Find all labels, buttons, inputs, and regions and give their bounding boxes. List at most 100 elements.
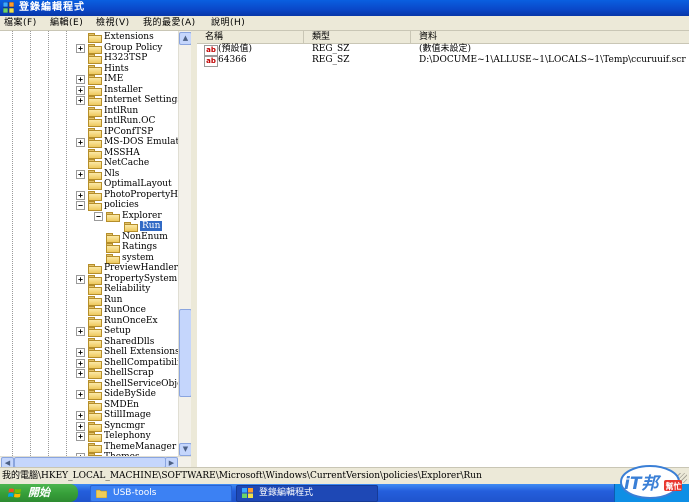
tree-node[interactable]: + Group Policy [0, 42, 178, 54]
folder-icon [88, 369, 102, 379]
tree-node[interactable]: RunOnce [0, 305, 178, 316]
folder-icon [88, 337, 102, 348]
tree-horizontal-scrollbar[interactable]: ◀ ▶ [0, 456, 191, 467]
tree-node[interactable]: IntlRun [0, 106, 178, 117]
value-type: REG_SZ [312, 44, 350, 54]
tree-node[interactable]: system [0, 253, 178, 264]
tree-node[interactable]: + Installer [0, 85, 178, 96]
tree-node[interactable]: NetCache [0, 158, 178, 169]
tree-node[interactable]: RunOnceEx [0, 315, 178, 327]
tree-node[interactable]: Ratings [0, 242, 178, 253]
menu-file[interactable]: 檔案(F) [4, 17, 37, 29]
taskbar-item-registry-editor[interactable]: 登錄編輯程式 [236, 485, 378, 502]
tree-node[interactable]: + PhotoPropertyHa [0, 190, 178, 201]
expand-icon[interactable]: + [76, 190, 85, 200]
scroll-up-icon[interactable]: ▲ [179, 32, 191, 45]
tree-node[interactable]: + ShellScrap [0, 368, 178, 379]
scroll-thumb[interactable] [14, 457, 166, 467]
menu-favorites[interactable]: 我的最愛(A) [143, 17, 196, 29]
expand-icon[interactable]: + [76, 421, 85, 431]
tree-node-label: Internet Settings [104, 95, 178, 105]
tree-node[interactable]: OptimalLayout [0, 179, 178, 190]
status-path: 我的電腦\HKEY_LOCAL_MACHINE\SOFTWARE\Microso… [2, 471, 482, 481]
tree-node[interactable]: + MS-DOS Emulat [0, 137, 178, 148]
tree-node[interactable]: Extensions [0, 32, 178, 43]
scroll-thumb[interactable] [179, 309, 191, 397]
tree-node[interactable]: + Syncmgr [0, 421, 178, 432]
expand-icon[interactable]: + [76, 85, 85, 95]
tree-node[interactable]: ThemeManager [0, 442, 178, 453]
expand-icon[interactable]: + [76, 96, 85, 105]
tree-node[interactable]: + Setup [0, 326, 178, 337]
tree-node-label: Group Policy [104, 42, 163, 53]
tree-node[interactable]: + Shell Extensions [0, 347, 178, 358]
tree-vertical-scrollbar[interactable]: ▲ ▼ [178, 31, 191, 456]
column-data[interactable]: 資料 [411, 31, 689, 43]
svg-text:iT邦: iT邦 [624, 474, 661, 494]
tree-node[interactable]: + Telephony [0, 431, 178, 442]
tree-node[interactable]: Run [0, 221, 178, 232]
scroll-right-icon[interactable]: ▶ [165, 457, 178, 467]
expand-icon[interactable]: + [76, 390, 85, 399]
folder-icon [88, 358, 102, 369]
tree-node[interactable]: H323TSP [0, 53, 178, 64]
tree-node[interactable]: + SideBySide [0, 389, 178, 400]
expand-icon[interactable]: + [76, 274, 85, 284]
expand-icon[interactable]: + [76, 138, 85, 147]
expand-icon[interactable]: + [76, 369, 85, 378]
tree-node[interactable]: IntlRun.OC [0, 116, 178, 127]
tree-node[interactable]: + ShellCompatibili [0, 358, 178, 369]
tree-node[interactable]: − Explorer [0, 211, 178, 222]
folder-icon [88, 274, 102, 285]
column-type[interactable]: 類型 [304, 31, 411, 43]
start-button[interactable]: 開始 [0, 484, 78, 502]
list-item[interactable]: ab 64366 REG_SZ D:\DOCUME~1\ALLUSE~1\LOC… [197, 55, 689, 67]
tree-node[interactable]: + IME [0, 74, 178, 85]
taskbar-item-usb-tools[interactable]: USB-tools [90, 485, 232, 502]
title-bar[interactable]: 登錄編輯程式 [0, 0, 689, 16]
expand-icon[interactable]: + [76, 411, 85, 420]
menu-help[interactable]: 說明(H) [211, 17, 245, 29]
scroll-down-icon[interactable]: ▼ [179, 443, 191, 456]
expand-icon[interactable]: + [76, 348, 85, 357]
tree-node[interactable]: + StillImage [0, 410, 178, 421]
tree-node-label: OptimalLayout [104, 179, 172, 189]
tree-node[interactable]: PreviewHandlers [0, 263, 178, 274]
folder-icon [88, 106, 102, 117]
column-name[interactable]: 名稱 [197, 31, 304, 43]
registry-tree-pane[interactable]: Extensions + Group Policy H323TSP Hints + IME +… [0, 31, 191, 467]
expand-icon[interactable]: + [76, 432, 85, 441]
tree-node-label: RunOnceEx [104, 315, 158, 326]
tree-node[interactable]: SMDEn [0, 400, 178, 411]
expand-icon[interactable]: + [76, 75, 85, 84]
tree-node[interactable]: MSSHA [0, 148, 178, 159]
tree-node[interactable]: Reliability [0, 284, 178, 295]
tree-node[interactable]: Run [0, 295, 178, 306]
tree-node[interactable]: − policies [0, 200, 178, 211]
folder-icon [88, 180, 102, 190]
tree-node[interactable]: Hints [0, 64, 178, 75]
tree-node[interactable]: + PropertySystem [0, 273, 178, 285]
tree-node[interactable]: + Internet Settings [0, 95, 178, 106]
registry-values-pane[interactable]: 名稱 類型 資料 ab (預設值) REG_SZ (數值未設定) ab 6436… [197, 31, 689, 467]
list-item[interactable]: ab (預設值) REG_SZ (數值未設定) [197, 44, 689, 56]
tree-node[interactable]: + Nls [0, 169, 178, 180]
tree-node[interactable]: ShellServiceObje [0, 379, 178, 390]
expand-icon[interactable]: + [76, 43, 85, 53]
registry-editor-icon [3, 2, 14, 13]
tree-node-label: SideBySide [104, 389, 156, 399]
expand-icon[interactable]: + [76, 169, 85, 179]
collapse-icon[interactable]: − [94, 211, 103, 221]
tree-node-label: ShellScrap [104, 368, 154, 378]
menu-view[interactable]: 檢視(V) [96, 17, 130, 29]
menu-edit[interactable]: 編輯(E) [50, 17, 83, 29]
folder-icon [88, 295, 102, 306]
tree-node[interactable]: IPConfTSP [0, 127, 178, 138]
tree-node-label: PropertySystem [104, 273, 178, 284]
expand-icon[interactable]: + [76, 358, 85, 368]
tree-node[interactable]: SharedDlls [0, 337, 178, 348]
scroll-left-icon[interactable]: ◀ [1, 457, 14, 467]
expand-icon[interactable]: + [76, 327, 85, 336]
tree-node[interactable]: NonEnum [0, 232, 178, 243]
collapse-icon[interactable]: − [76, 201, 85, 210]
